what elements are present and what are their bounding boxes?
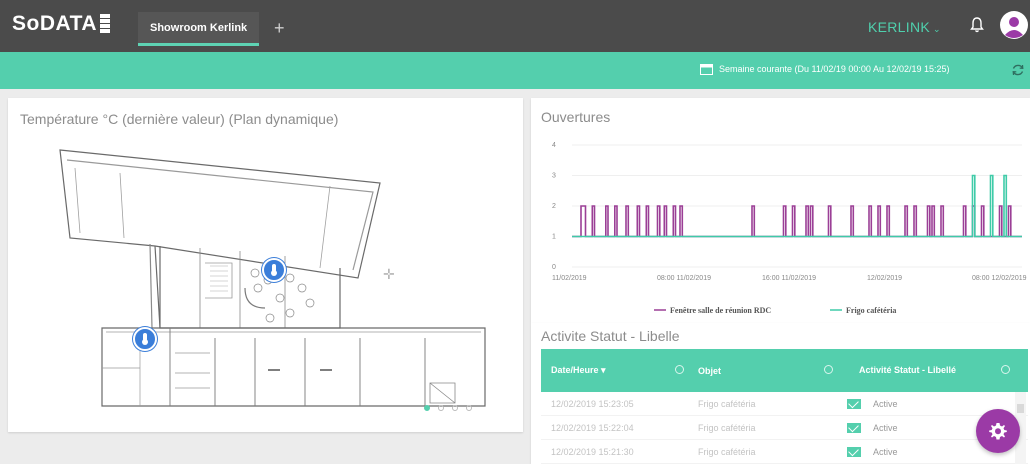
chart-legend[interactable]: Fenêtre salle de réunion RDC Frigo cafété… xyxy=(654,306,896,315)
chart-y-tick-label: 1 xyxy=(552,234,556,241)
chart-x-tick-label: 16:00 11/02/2019 xyxy=(762,275,816,282)
crosshair-icon: ✛ xyxy=(383,266,395,282)
table-row[interactable]: 12/02/2019 15:21:30 Frigo cafétéria Acti… xyxy=(541,440,1028,464)
chart-y-tick-label: 2 xyxy=(552,203,556,210)
legend-label: Fenêtre salle de réunion RDC xyxy=(670,306,771,315)
chart-series-line xyxy=(572,205,1022,238)
period-label: Semaine courante (Du 11/02/19 00:00 Au 1… xyxy=(719,64,950,74)
column-object-header[interactable]: Objet xyxy=(698,349,721,392)
logo-text: SoDATA xyxy=(12,12,98,35)
column-date-header[interactable]: Date/Heure ▾ xyxy=(551,349,606,392)
gear-icon xyxy=(989,423,1007,440)
row-date: 12/02/2019 15:23:05 xyxy=(551,399,634,409)
temperature-panel-title: Température °C (dernière valeur) (Plan d… xyxy=(20,111,339,127)
legend-label: Frigo cafétéria xyxy=(846,306,896,315)
table-row[interactable]: 12/02/2019 15:23:05 Frigo cafétéria Acti… xyxy=(541,392,1028,416)
bell-icon[interactable] xyxy=(970,17,984,33)
user-avatar-icon[interactable] xyxy=(1000,11,1028,39)
row-status: Active xyxy=(873,423,898,433)
period-bar: Semaine courante (Du 11/02/19 00:00 Au 1… xyxy=(0,52,1030,89)
plan-page-dot[interactable] xyxy=(438,405,444,411)
tab-showroom-kerlink[interactable]: Showroom Kerlink xyxy=(138,12,260,46)
filter-icon[interactable] xyxy=(1001,365,1010,374)
filter-icon[interactable] xyxy=(824,365,833,374)
table-row[interactable]: 12/02/2019 15:22:04 Frigo cafétéria Acti… xyxy=(541,416,1028,440)
status-table: Date/Heure ▾ Objet Activité Statut - Lib… xyxy=(541,349,1028,464)
plan-page-dot[interactable] xyxy=(452,405,458,411)
column-status-header[interactable]: Activité Statut - Libellé xyxy=(859,349,959,392)
plan-pagination[interactable] xyxy=(424,405,472,411)
scrollbar-thumb[interactable] xyxy=(1017,404,1024,413)
row-status: Active xyxy=(873,447,898,457)
app-root: SoDATA Showroom Kerlink + KERLINK ⌄ Semai… xyxy=(0,0,1030,464)
chart-x-tick-label: 11/02/2019 xyxy=(552,275,587,282)
add-tab-button[interactable]: + xyxy=(274,18,285,39)
row-status: Active xyxy=(873,399,898,409)
plan-page-dot[interactable] xyxy=(424,405,430,411)
mail-icon xyxy=(847,423,861,433)
filter-icon[interactable] xyxy=(675,365,684,374)
row-object: Frigo cafétéria xyxy=(698,447,756,457)
refresh-icon[interactable] xyxy=(1011,63,1025,77)
chart-x-tick-label: 08:00 11/02/2019 xyxy=(657,275,711,282)
chart-x-tick-label: 12/02/2019 xyxy=(867,275,902,282)
chart-y-ticks: 0 1 2 3 4 xyxy=(552,142,556,271)
organization-label: KERLINK xyxy=(868,19,931,35)
chart-x-ticks: 11/02/2019 08:00 11/02/2019 16:00 11/02/20… xyxy=(552,275,1027,282)
temperature-sensor-pin[interactable] xyxy=(262,258,286,282)
row-object: Frigo cafétéria xyxy=(698,423,756,433)
table-header: Date/Heure ▾ Objet Activité Statut - Lib… xyxy=(541,349,1028,392)
chart-y-tick-label: 4 xyxy=(552,142,556,149)
mail-icon xyxy=(847,447,861,457)
mail-icon xyxy=(847,399,861,409)
row-date: 12/02/2019 15:21:30 xyxy=(551,447,634,457)
tab-label: Showroom Kerlink xyxy=(150,21,248,34)
row-date: 12/02/2019 15:22:04 xyxy=(551,423,634,433)
table-body: 12/02/2019 15:23:05 Frigo cafétéria Acti… xyxy=(541,392,1028,464)
chart-y-tick-label: 0 xyxy=(552,264,556,271)
top-bar: SoDATA Showroom Kerlink + KERLINK ⌄ xyxy=(0,0,1030,52)
chevron-down-icon: ⌄ xyxy=(933,24,941,34)
chart-y-tick-label: 3 xyxy=(552,173,556,180)
logo-grid-icon xyxy=(100,14,111,34)
chart-x-tick-label: 08:00 12/02/2019 xyxy=(972,275,1027,282)
logo[interactable]: SoDATA xyxy=(12,12,111,40)
thermometer-icon xyxy=(142,333,148,345)
openings-panel-title: Ouvertures xyxy=(541,109,611,125)
thermometer-icon xyxy=(271,264,277,276)
temperature-sensor-pin[interactable] xyxy=(133,327,157,351)
settings-button[interactable] xyxy=(976,409,1020,453)
calendar-icon xyxy=(700,64,713,75)
row-object: Frigo cafétéria xyxy=(698,399,756,409)
status-panel-title: Activite Statut - Libelle xyxy=(541,328,680,344)
organization-menu[interactable]: KERLINK ⌄ xyxy=(868,19,941,35)
period-selector[interactable]: Semaine courante (Du 11/02/19 00:00 Au 1… xyxy=(700,63,950,75)
openings-chart[interactable]: 0 1 2 3 4 11/02/2019 08:00 11/02/2019 16:00 11… xyxy=(538,135,1028,319)
plan-page-dot[interactable] xyxy=(466,405,472,411)
